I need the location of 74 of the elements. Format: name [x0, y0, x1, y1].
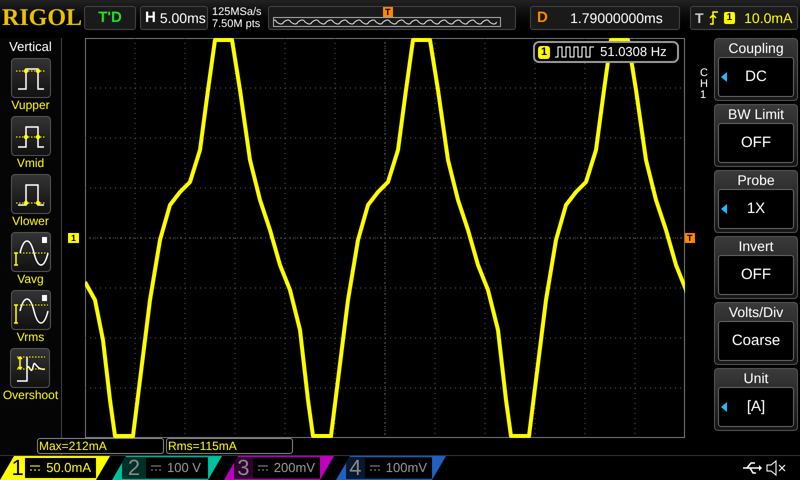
measure-button[interactable] [10, 58, 50, 98]
softkey-value: DC [744, 66, 768, 87]
measure-label: Vrms [16, 330, 44, 345]
delay-label: D [536, 8, 549, 28]
measure-label: Vmid [16, 156, 44, 171]
measure-button[interactable] [10, 116, 50, 156]
softkey-title: Probe [737, 171, 775, 189]
measure-button[interactable] [10, 232, 50, 272]
channel-number: 3 [236, 457, 251, 479]
channel-scale: 200mV [274, 459, 315, 478]
softkey-title: Invert [738, 237, 774, 255]
softkey-title: Volts/Div [728, 303, 784, 321]
channel-scale: 50.0mA [46, 459, 91, 478]
channel-number: 4 [348, 457, 363, 479]
left-caret-icon [721, 204, 727, 214]
menu-softkey[interactable]: Probe 1X [714, 170, 798, 233]
menu-softkey[interactable]: Invert OFF [714, 236, 798, 299]
softkey-value: Coarse [730, 330, 782, 351]
timebase-value: 5.00ms [160, 8, 206, 28]
menu-title: Vertical [9, 39, 52, 55]
measure-label: Vlower [12, 214, 49, 229]
channel-tab[interactable]: 2 100 V [112, 456, 222, 480]
channel-tab[interactable]: 3 200mV [224, 456, 334, 480]
speaker-muted-icon [766, 460, 788, 476]
menu-softkey[interactable]: Volts/Div Coarse [714, 302, 798, 365]
measure-label: Vupper [11, 98, 50, 113]
softkey-title: BW Limit [728, 105, 784, 123]
measure-button[interactable] [10, 174, 50, 214]
dc-coupling-icon [258, 465, 268, 471]
trigger-label: T [695, 8, 704, 28]
measure-label: Vavg [17, 272, 44, 287]
dc-coupling-icon [151, 465, 161, 471]
left-caret-icon [721, 402, 727, 412]
channel-number: 1 [10, 457, 25, 479]
memory-depth: 7.50M pts [212, 18, 262, 30]
softkey-title: Coupling [728, 39, 784, 57]
menu-softkey[interactable]: Coupling DC [714, 38, 798, 101]
measurement-result: Rms=115mA [166, 438, 293, 454]
pulse-train-icon [555, 46, 596, 58]
channel-offset-marker: 1 [68, 233, 79, 243]
rising-edge-icon [708, 11, 719, 25]
menu-softkey[interactable]: BW Limit OFF [714, 104, 798, 167]
horizontal-label: H [144, 8, 157, 28]
trigger-level-marker: T [685, 233, 694, 243]
softkey-value: OFF [740, 264, 772, 285]
trigger-level: 10.0mA [744, 8, 792, 28]
overview-wave-icon [273, 17, 501, 27]
channel-scale: 100 V [167, 459, 201, 478]
left-caret-icon [721, 72, 727, 82]
frequency-value: 51.0308 Hz [600, 43, 667, 62]
menu-softkey[interactable]: Unit [A] [714, 368, 798, 431]
channel-label: CH1 [700, 68, 709, 103]
dc-coupling-icon [370, 465, 380, 471]
softkey-title: Unit [744, 369, 768, 387]
measurement-result: Max=212mA [37, 438, 164, 454]
channel-tab[interactable]: 1 50.0mA [0, 456, 110, 480]
trigger-position-marker: T [383, 7, 392, 17]
channel-tab[interactable]: 4 100mV [336, 456, 446, 480]
softkey-value: [A] [746, 396, 766, 417]
brand-logo: RIGOL [2, 6, 80, 30]
dc-coupling-icon [30, 465, 40, 471]
channel-badge: 1 [538, 46, 550, 58]
run-status: T'D [84, 6, 136, 30]
softkey-value: OFF [740, 132, 772, 153]
channel-number: 2 [126, 457, 142, 479]
usb-icon [742, 462, 762, 474]
softkey-value: 1X [746, 198, 766, 219]
measure-button[interactable] [10, 290, 50, 330]
trigger-source: 1 [724, 12, 736, 24]
measure-button[interactable] [10, 348, 50, 388]
delay-value: 1.79000000ms [569, 8, 664, 28]
measure-label: Overshoot [2, 388, 58, 403]
sample-rate: 125MSa/s [212, 6, 263, 18]
channel-scale: 100mV [386, 459, 427, 478]
